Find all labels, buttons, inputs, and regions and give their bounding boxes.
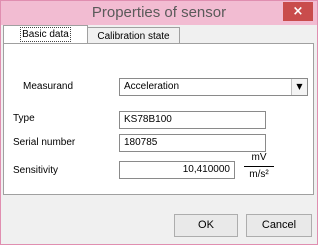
- close-button[interactable]: ×: [283, 2, 313, 21]
- sensitivity-unit: mV m/s²: [242, 151, 276, 182]
- ok-button[interactable]: OK: [174, 214, 238, 237]
- type-label: Type: [13, 113, 35, 124]
- cancel-button[interactable]: Cancel: [246, 214, 312, 237]
- title-bar[interactable]: Properties of sensor ×: [1, 1, 317, 25]
- unit-denominator: m/s²: [249, 169, 269, 180]
- measurand-label: Measurand: [23, 81, 74, 92]
- close-icon: ×: [292, 4, 304, 19]
- measurand-value: Acceleration: [124, 81, 180, 92]
- sensitivity-label: Sensitivity: [13, 165, 59, 176]
- serial-number-field[interactable]: 180785: [119, 134, 266, 152]
- unit-fraction-bar: [244, 166, 274, 167]
- type-field[interactable]: KS78B100: [119, 111, 266, 129]
- tab-basic-data[interactable]: Basic data: [3, 25, 88, 44]
- dialog-title: Properties of sensor: [91, 4, 227, 21]
- sensor-properties-dialog: Properties of sensor × Basic data Calibr…: [0, 0, 318, 245]
- measurand-select[interactable]: Acceleration ▼: [119, 78, 308, 96]
- tab-calibration-state-label: Calibration state: [97, 31, 170, 42]
- tab-basic-data-label: Basic data: [20, 27, 71, 42]
- unit-numerator: mV: [251, 152, 267, 163]
- sensitivity-field[interactable]: 10,410000: [119, 161, 235, 179]
- serial-number-label: Serial number: [13, 137, 76, 148]
- chevron-down-icon[interactable]: ▼: [291, 79, 307, 95]
